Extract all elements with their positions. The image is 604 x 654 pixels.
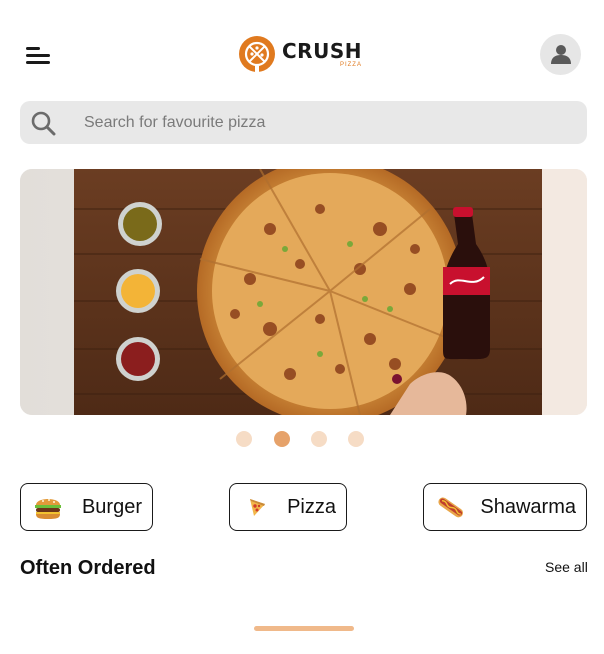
see-all-link[interactable]: See all <box>545 559 588 575</box>
category-chip-burger[interactable]: Burger <box>20 483 153 531</box>
category-chip-shawarma[interactable]: Shawarma <box>423 483 587 531</box>
section-title: Often Ordered <box>20 557 156 579</box>
logo-wordmark: CRUSH <box>282 38 362 63</box>
carousel-dot-1[interactable] <box>236 431 252 447</box>
category-label-pizza: Pizza <box>287 495 336 518</box>
pizza-logo-icon <box>239 36 275 72</box>
burger-icon <box>31 490 65 524</box>
profile-avatar-button[interactable] <box>540 34 581 75</box>
promo-banner[interactable] <box>20 169 587 415</box>
pizza-icon <box>240 490 274 524</box>
category-label-burger: Burger <box>81 495 142 518</box>
search-bar[interactable] <box>20 101 587 144</box>
carousel-dot-3[interactable] <box>311 431 327 447</box>
hotdog-icon <box>434 490 468 524</box>
search-icon <box>31 111 56 136</box>
carousel-dot-4[interactable] <box>348 431 364 447</box>
brand-logo: CRUSH PIZZA <box>238 34 362 74</box>
category-label-shawarma: Shawarma <box>480 495 576 518</box>
hamburger-menu-icon[interactable] <box>22 43 54 69</box>
home-indicator[interactable] <box>254 626 354 631</box>
search-input[interactable] <box>84 101 574 144</box>
category-chip-pizza[interactable]: Pizza <box>229 483 347 531</box>
user-icon <box>551 45 571 64</box>
logo-subtitle: PIZZA <box>339 61 362 68</box>
pizza-banner-image <box>20 169 587 415</box>
carousel-dot-2-active[interactable] <box>274 431 290 447</box>
